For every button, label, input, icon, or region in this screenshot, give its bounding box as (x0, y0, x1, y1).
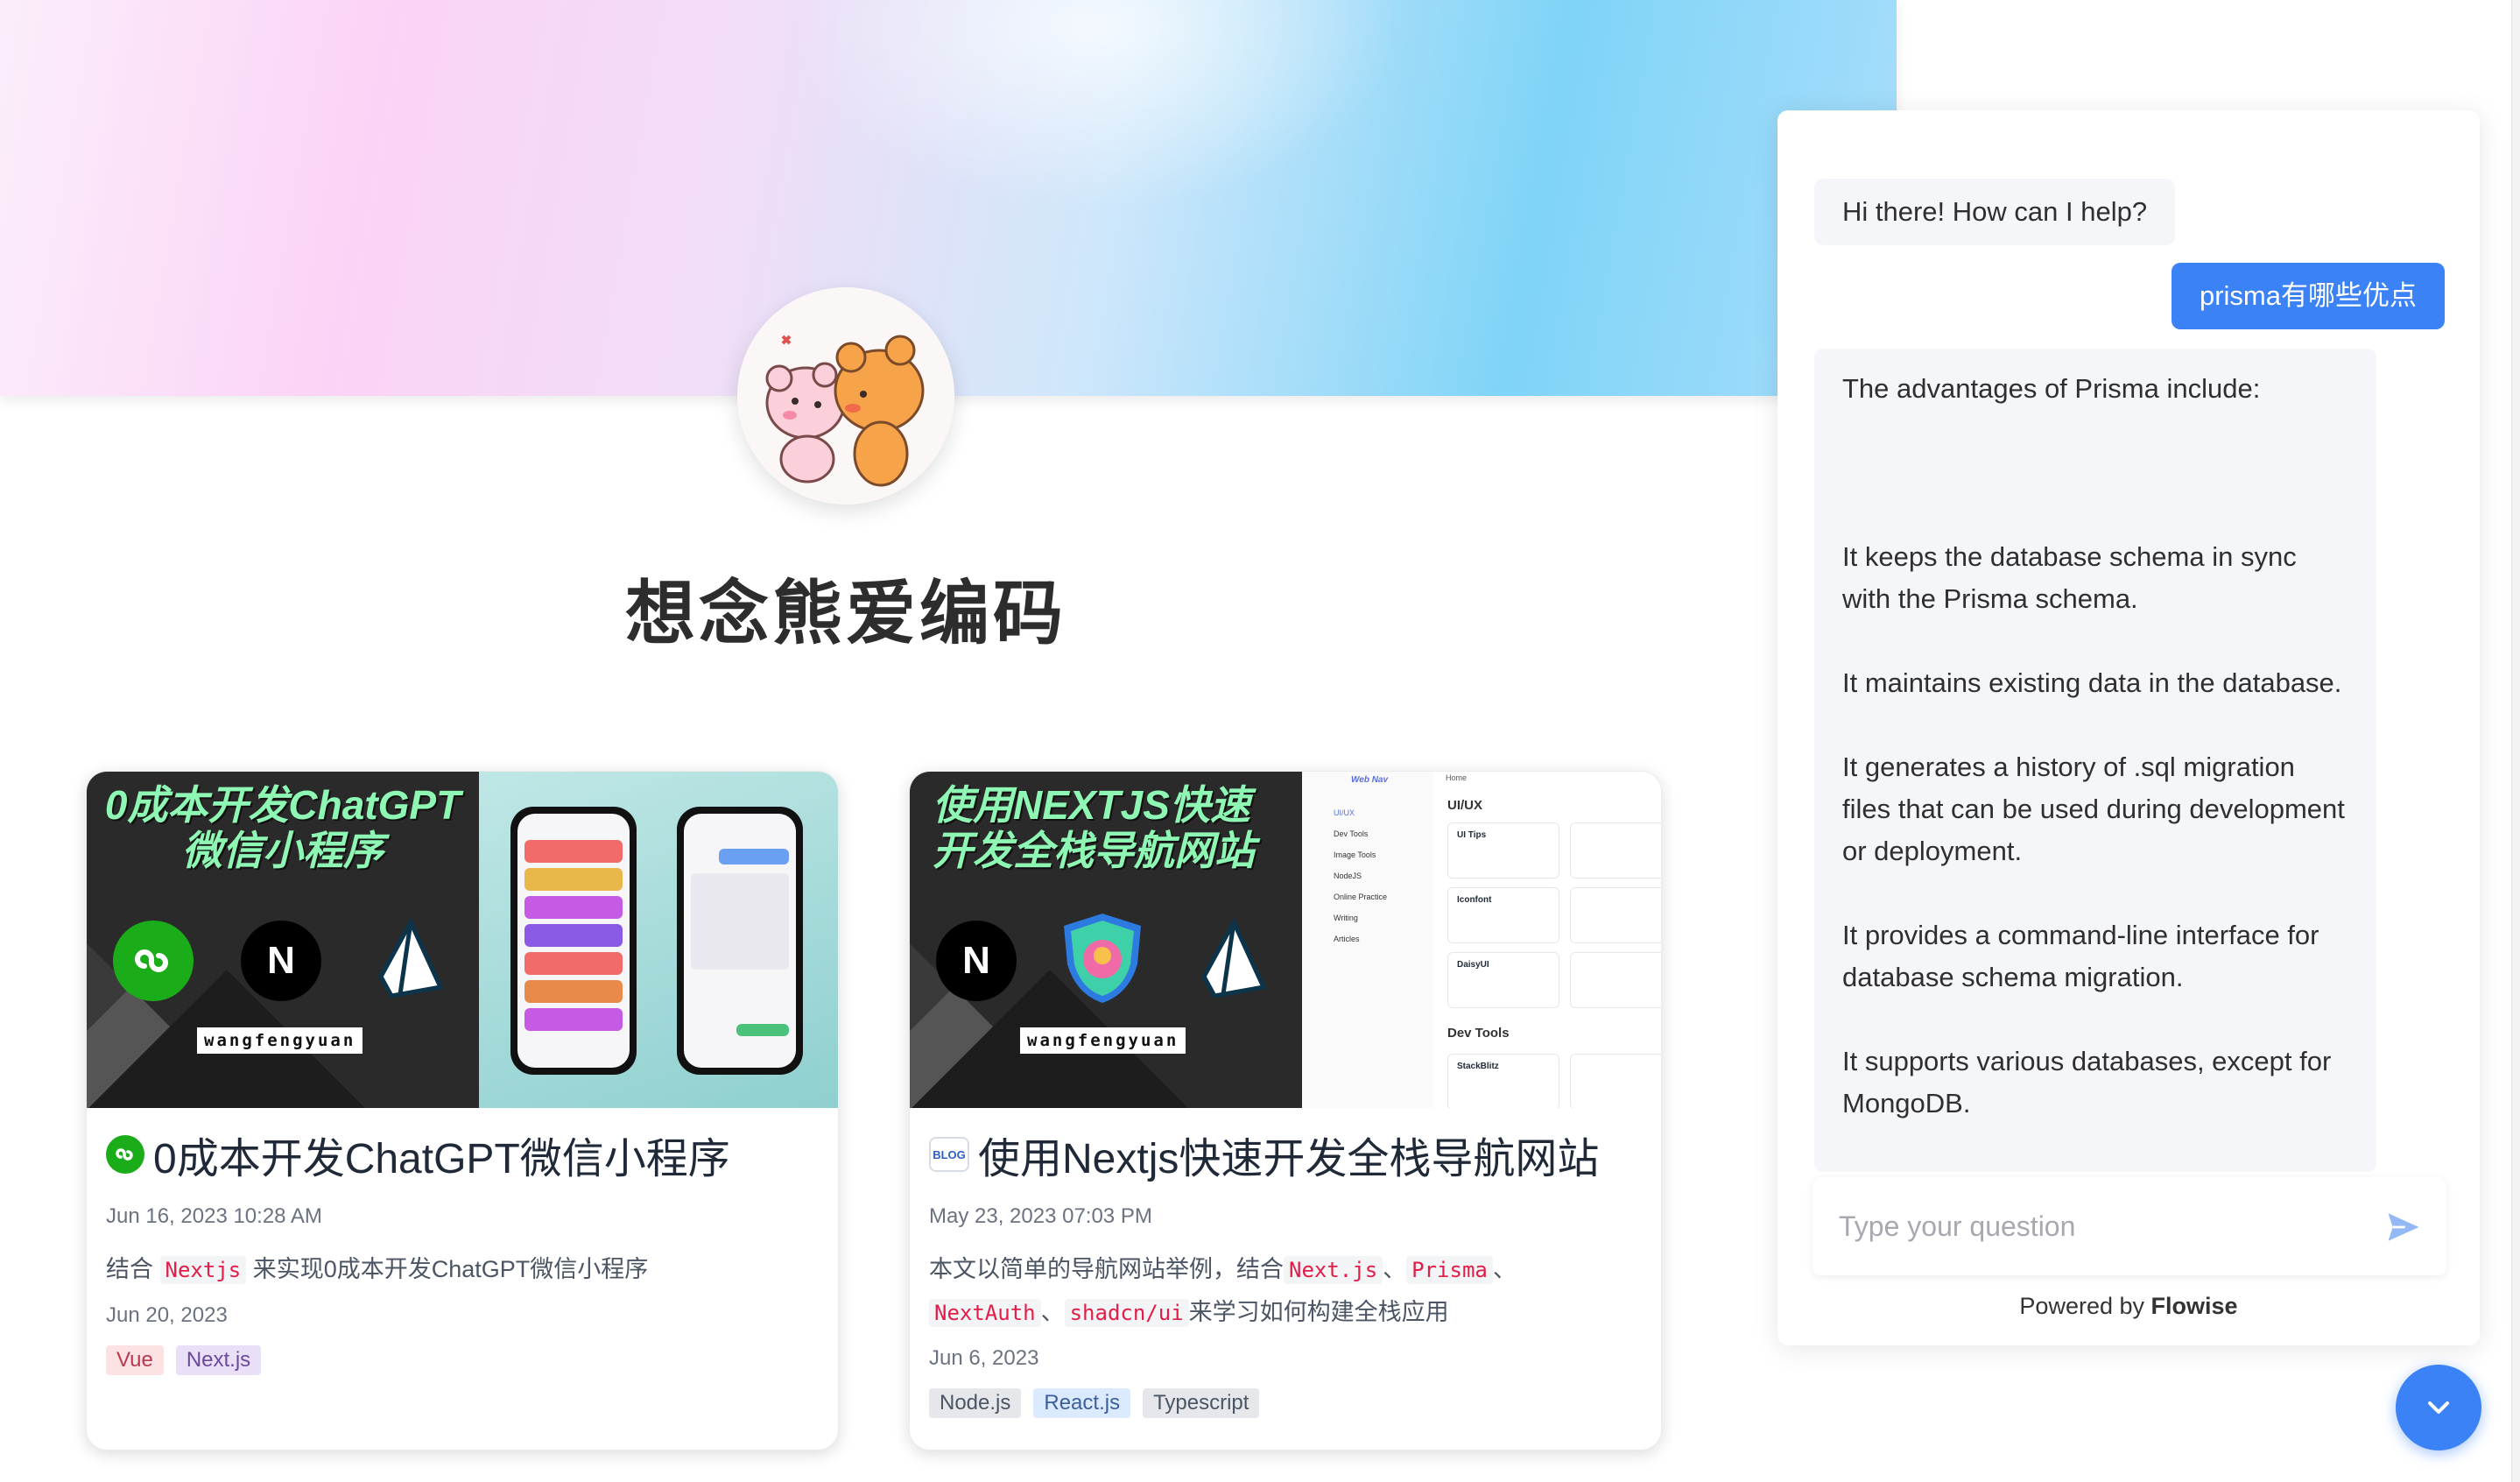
hero-glow (788, 0, 1401, 210)
tag-reactjs[interactable]: React.js (1033, 1388, 1131, 1418)
chevron-down-icon (2428, 1401, 2449, 1414)
inline-code: Prisma (1406, 1256, 1493, 1284)
post-published-date: May 23, 2023 07:03 PM (929, 1204, 1152, 1228)
desc-text: 来学习如何构建全栈应用 (1188, 1299, 1449, 1325)
inline-code: Next.js (1284, 1256, 1383, 1284)
chat-paragraph: It keeps the database schema in sync wit… (1842, 541, 2297, 614)
prisma-logo-icon (378, 919, 444, 999)
cover-dark-panel: 0成本开发ChatGPT微信小程序 N wangfengyuan (87, 772, 479, 1108)
screenshot-menu-item: Dev Tools (1334, 829, 1369, 838)
desc-separator: 、 (1383, 1256, 1407, 1282)
tag-typescript[interactable]: Typescript (1143, 1388, 1260, 1418)
screenshot-card-title: UI Tips (1457, 830, 1487, 840)
post-updated-date: Jun 20, 2023 (106, 1303, 228, 1327)
post-title[interactable]: 0成本开发ChatGPT微信小程序 (106, 1126, 819, 1183)
post-tags: Node.js React.js Typescript (929, 1388, 1642, 1418)
page-scrollbar[interactable] (2511, 0, 2520, 1482)
screenshot-card-title: DaisyUI (1457, 960, 1489, 970)
screenshot-menu-item: Articles (1334, 935, 1360, 943)
cover-author: wangfengyuan (197, 1027, 363, 1054)
post-title-text: 0成本开发ChatGPT微信小程序 (153, 1136, 730, 1182)
screenshot-card-title: Iconfont (1457, 895, 1492, 905)
screenshot-menu-item: Writing (1334, 914, 1358, 922)
post-title-text: 使用Nextjs快速开发全栈导航网站 (978, 1136, 1600, 1182)
chat-user-message: prisma有哪些优点 (2171, 263, 2445, 329)
shield-logo-icon (1064, 914, 1141, 1003)
post-card[interactable]: 使用NEXTJS快速开发全栈导航网站 N wangfengyuan Web Na… (909, 771, 1662, 1450)
chat-input-box[interactable] (1813, 1177, 2446, 1275)
post-card[interactable]: 0成本开发ChatGPT微信小程序 N wangfengyuan 0成本开发Ch… (86, 771, 839, 1450)
site-title: 想念熊爱编码 (625, 575, 1066, 653)
desc-text: 来实现0成本开发ChatGPT微信小程序 (252, 1256, 649, 1282)
post-body: 0成本开发ChatGPT微信小程序 Jun 16, 2023 10:28 AM … (106, 1126, 819, 1375)
desc-text: 结合 (106, 1256, 153, 1282)
powered-by: Powered by Flowise (1777, 1293, 2480, 1320)
desc-separator: 、 (1040, 1299, 1065, 1325)
avatar (737, 287, 954, 505)
cover-phones (479, 772, 838, 1108)
cover-dark-panel: 使用NEXTJS快速开发全栈导航网站 N wangfengyuan (910, 772, 1302, 1108)
post-cover[interactable]: 0成本开发ChatGPT微信小程序 N wangfengyuan (87, 772, 838, 1108)
phone-mockup-chat (677, 807, 803, 1075)
chat-bot-message: The advantages of Prisma include: It kee… (1814, 349, 2376, 1172)
desc-text: 本文以简单的导航网站举例，结合 (929, 1256, 1284, 1282)
chat-window: Hi there! How can I help? prisma有哪些优点 Th… (1777, 110, 2480, 1345)
tag-nodejs[interactable]: Node.js (929, 1388, 1022, 1418)
post-updated-date: Jun 6, 2023 (929, 1346, 1039, 1370)
chat-bot-message: Hi there! How can I help? (1814, 179, 2176, 245)
inline-code: Nextjs (159, 1256, 247, 1284)
desc-separator: 、 (1492, 1256, 1517, 1282)
cover-title: 使用NEXTJS快速开发全栈导航网站 (933, 782, 1255, 873)
screenshot-section-title: Dev Tools (1447, 1026, 1510, 1041)
chat-paragraph: It maintains existing data in the databa… (1842, 667, 2342, 698)
screenshot-sidebar: Web Nav UI/UX Dev Tools Image Tools Node… (1302, 772, 1433, 1108)
bear-avatar-illustration (737, 287, 954, 505)
tag-nextjs[interactable]: Next.js (175, 1345, 262, 1375)
chat-paragraph: The advantages of Prisma include: (1842, 373, 2261, 404)
phone-mockup (510, 807, 637, 1075)
screenshot-brand: Web Nav (1351, 775, 1389, 785)
prisma-logo-icon (1201, 919, 1267, 999)
post-published-date: Jun 16, 2023 10:28 AM (106, 1204, 322, 1228)
hero-banner (0, 0, 1897, 396)
mini-program-icon (106, 1135, 144, 1174)
post-cover[interactable]: 使用NEXTJS快速开发全栈导航网站 N wangfengyuan Web Na… (910, 772, 1661, 1108)
cover-author: wangfengyuan (1020, 1027, 1186, 1054)
screenshot-home: Home (1446, 773, 1468, 782)
cover-title: 0成本开发ChatGPT微信小程序 (104, 782, 461, 873)
send-icon[interactable] (2385, 1209, 2422, 1246)
inline-code: NextAuth (929, 1299, 1041, 1327)
post-body: BLOG 使用Nextjs快速开发全栈导航网站 May 23, 2023 07:… (929, 1126, 1642, 1418)
powered-by-text: Powered by (2019, 1293, 2145, 1319)
mini-program-logo-icon (113, 921, 194, 1001)
chat-toggle-button[interactable] (2396, 1365, 2481, 1450)
nextjs-logo-icon: N (241, 921, 321, 1001)
screenshot-menu-item: Online Practice (1334, 893, 1388, 901)
tag-vue[interactable]: Vue (106, 1345, 164, 1375)
powered-by-brand-link[interactable]: Flowise (2151, 1293, 2238, 1319)
blog-icon: BLOG (929, 1137, 969, 1172)
post-description: 本文以简单的导航网站举例，结合 Next.js、 Prisma 、NextAuth、 s… (929, 1248, 1642, 1334)
chat-question-input[interactable] (1839, 1177, 2364, 1275)
screenshot-card-title: StackBlitz (1457, 1062, 1499, 1071)
screenshot-section-title: UI/UX (1447, 798, 1483, 813)
screenshot-menu-item: Image Tools (1334, 850, 1376, 859)
chat-paragraph: It generates a history of .sql migration… (1842, 752, 2345, 866)
screenshot-menu-item: NodeJS (1334, 872, 1362, 880)
post-title[interactable]: BLOG 使用Nextjs快速开发全栈导航网站 (929, 1126, 1642, 1183)
cover-website-screenshot: Web Nav UI/UX Dev Tools Image Tools Node… (1302, 772, 1661, 1108)
nextjs-logo-icon: N (936, 921, 1017, 1001)
post-tags: Vue Next.js (106, 1345, 819, 1375)
chat-paragraph: It supports various databases, except fo… (1842, 1046, 2332, 1119)
screenshot-menu-item: UI/UX (1334, 808, 1355, 817)
inline-code: shadcn/ui (1064, 1299, 1189, 1327)
chat-paragraph: It provides a command-line interface for… (1842, 920, 2319, 992)
post-description: 结合 Nextjs 来实现0成本开发ChatGPT微信小程序 (106, 1248, 819, 1291)
